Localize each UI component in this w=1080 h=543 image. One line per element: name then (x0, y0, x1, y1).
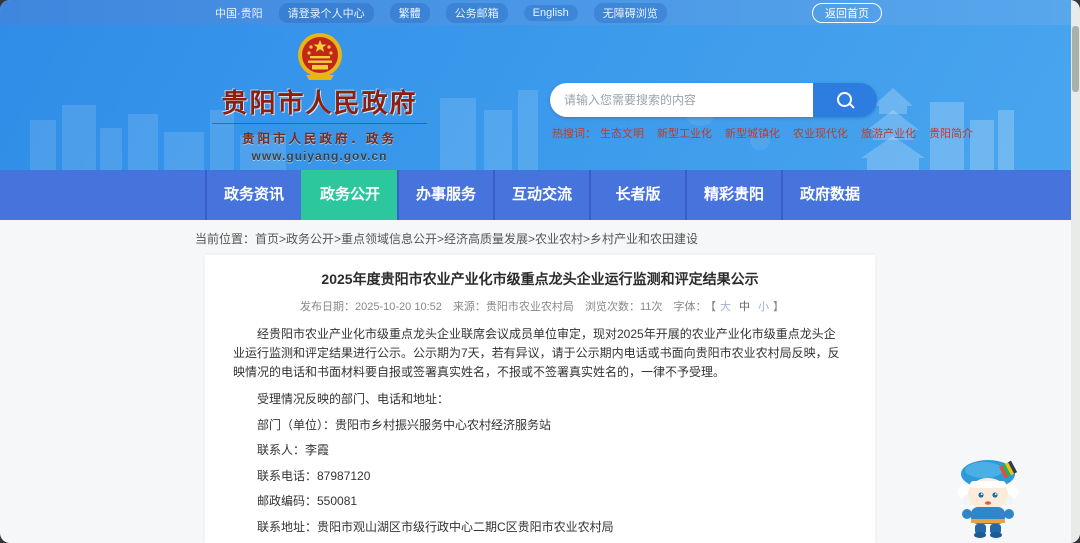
hot-search-row: 热搜词： 生态文明 新型工业化 新型城镇化 农业现代化 旅游产业化 贵阳简介 (552, 125, 986, 141)
hot-search-label: 热搜词： (552, 128, 596, 140)
topbar-link[interactable]: 无障碍浏览 (593, 2, 667, 23)
topbar-link[interactable]: 繁體 (389, 2, 430, 23)
nav-item-长者版[interactable]: 长者版 (589, 170, 685, 220)
article-card: 2025年度贵阳市农业产业化市级重点龙头企业运行监测和评定结果公示 发布日期：2… (205, 255, 875, 543)
bracket: 】 (772, 301, 784, 313)
contact-line: 部门（单位）：贵阳市乡村振兴服务中心农村经济服务站 (257, 417, 552, 432)
mascot-character[interactable] (954, 453, 1024, 539)
site-title: 贵阳市人民政府 (221, 88, 418, 118)
hot-search-term[interactable]: 生态文明 (600, 128, 644, 140)
scrollbar-track[interactable] (1071, 0, 1080, 543)
hot-search-term[interactable]: 农业现代化 (793, 128, 848, 140)
topbar-link[interactable]: 公务邮箱 (445, 2, 508, 23)
search-button[interactable] (813, 83, 877, 117)
publish-date: 发布日期：2025-10-20 10:52 (300, 301, 442, 313)
contact-info: 部门（单位）：贵阳市乡村振兴服务中心农村经济服务站 联系人：李霞联系电话：8798… (233, 416, 847, 537)
font-size-option[interactable]: 大 (720, 301, 731, 313)
contact-line: 联系人：李霞 (257, 443, 330, 457)
article-meta: 发布日期：2025-10-20 10:52 来源：贵阳市农业农村局 浏览次数：1… (233, 298, 847, 314)
site-logo[interactable]: 贵阳市人民政府 贵阳市人民政府．政务 www.guiyang.gov.cn (212, 31, 427, 163)
font-size-label: 字体： (673, 301, 707, 313)
article-source: 来源：贵阳市农业农村局 (452, 301, 574, 313)
site-url: www.guiyang.gov.cn (251, 149, 388, 163)
nav-item-政府数据[interactable]: 政府数据 (781, 170, 877, 220)
return-home-button[interactable]: 返回首页 (812, 2, 882, 23)
hot-search-term[interactable]: 贵阳简介 (929, 128, 973, 140)
site-subtitle: 贵阳市人民政府．政务 (212, 123, 427, 147)
topbar-link[interactable]: 中国·贵阳 (215, 5, 263, 21)
hot-search-term[interactable]: 旅游产业化 (861, 128, 916, 140)
article-title: 2025年度贵阳市农业产业化市级重点龙头企业运行监测和评定结果公示 (321, 271, 759, 287)
top-utility-bar: 中国·贵阳 请登录个人中心 繁體 公务邮箱 English 无障碍浏览 返回首页 (0, 0, 1080, 25)
browser-page: 中国·贵阳请登录个人中心繁體公务邮箱 English 无障碍浏览 返回首页 (0, 0, 1080, 543)
article-paragraph: 经贵阳市农业产业化市级重点龙头企业联席会议成员单位审定，现对2025年开展的农业… (233, 327, 840, 379)
breadcrumb-label: 当前位置： (195, 232, 256, 246)
nav-item-办事服务[interactable]: 办事服务 (397, 170, 493, 220)
contact-line: 邮政编码：550081 (257, 494, 358, 508)
view-count: 浏览次数：11次 (585, 301, 663, 313)
search-input[interactable] (550, 83, 813, 117)
main-nav: 政务资讯 政务公开 办事服务 互动交流 长者版 精彩贵阳 政府数据 (0, 170, 1080, 220)
topbar-link[interactable]: English (523, 4, 578, 21)
breadcrumb: 当前位置：首页>政务公开>重点领域信息公开>经济高质量发展>农业农村>乡村产业和… (0, 220, 1080, 255)
nav-item-互动交流[interactable]: 互动交流 (493, 170, 589, 220)
font-size-option[interactable]: 中 (739, 301, 750, 313)
nav-item-政务资讯[interactable]: 政务资讯 (205, 170, 301, 220)
nav-item-政务公开[interactable]: 政务公开 (301, 170, 397, 220)
nav-item-精彩贵阳[interactable]: 精彩贵阳 (685, 170, 781, 220)
breadcrumb-path[interactable]: 首页>政务公开>重点领域信息公开>经济高质量发展>农业农村>乡村产业和农田建设 (255, 232, 698, 246)
contact-line: 联系地址：贵阳市观山湖区市级行政中心二期C区贵阳市农业农村局 (257, 519, 614, 534)
scrollbar-thumb[interactable] (1072, 26, 1079, 92)
site-header-banner: 贵阳市人民政府 贵阳市人民政府．政务 www.guiyang.gov.cn 热搜… (0, 25, 1080, 170)
hot-search-term[interactable]: 新型工业化 (657, 128, 712, 140)
contact-heading: 受理情况反映的部门、电话和地址： (257, 392, 450, 406)
national-emblem-icon (297, 33, 342, 80)
hot-search-term[interactable]: 新型城镇化 (725, 128, 780, 140)
font-size-option[interactable]: 小 (758, 301, 769, 313)
contact-line: 联系电话：87987120 (257, 468, 371, 483)
topbar-link[interactable]: 请登录个人中心 (278, 2, 374, 23)
search-icon (837, 92, 852, 107)
search-bar (550, 83, 877, 117)
topbar-links: 中国·贵阳 请登录个人中心 繁體 公务邮箱 English 无障碍浏览 (215, 2, 683, 23)
